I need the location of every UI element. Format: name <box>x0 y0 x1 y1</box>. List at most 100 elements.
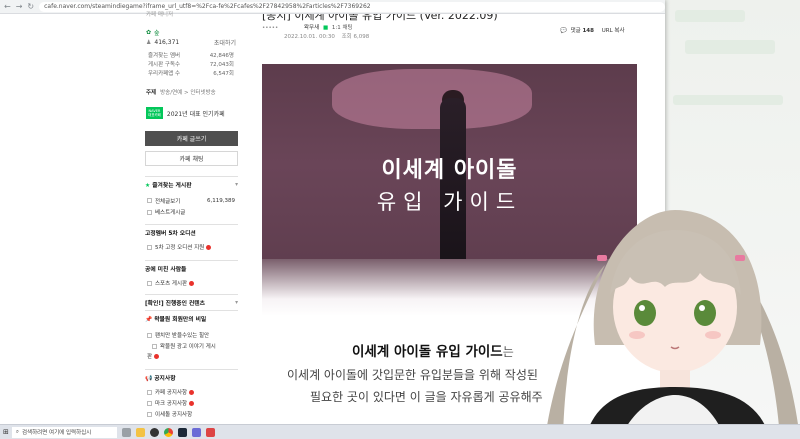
board-label: 팬치만 받을수있는 힐안 <box>155 333 210 339</box>
board-label: 마크 공지사항 <box>155 401 188 407</box>
chrome-icon[interactable] <box>163 427 173 437</box>
obs-icon[interactable] <box>149 427 159 437</box>
section-title: 왁물원 회원만의 비밀 <box>154 317 207 323</box>
star-icon: ★ <box>145 183 151 189</box>
board-label: 왁물원 광고 이야기 게시 <box>160 344 216 350</box>
new-badge-icon <box>189 389 195 395</box>
stat-label: 우리카페앱 수 <box>148 71 181 77</box>
stat-row-app: 우리카페앱 수 6,547회 <box>148 69 234 77</box>
search-placeholder: 검색하려면 여기에 입력하십시 <box>21 430 92 436</box>
board-icon <box>147 209 152 215</box>
section-title: 공에 미친 사람들 <box>145 267 187 273</box>
audition-section: 고정멤버 5차 오디션 <box>145 224 238 237</box>
board-label: 스포츠 게시판 <box>155 281 188 287</box>
favorites-section: ★ 즐겨찾는 게시판 ▾ <box>145 176 238 189</box>
audition-board-link[interactable]: 5차 고정 오디션 지원 <box>147 243 212 251</box>
members-icon: ♟ <box>146 39 152 46</box>
reload-icon[interactable]: ↻ <box>27 2 34 11</box>
board-icon <box>152 343 157 349</box>
board-icon <box>147 280 152 286</box>
sports-board-link[interactable]: 스포츠 게시판 <box>147 279 195 287</box>
notice-board-link-3[interactable]: 이세돌 공지사항 <box>147 410 192 418</box>
sports-section: 공에 미친 사람들 <box>145 260 238 273</box>
back-icon[interactable]: ← <box>4 2 11 11</box>
notice-board-link-2[interactable]: 마크 공지사항 <box>147 399 195 407</box>
board-icon <box>147 332 152 338</box>
megaphone-icon: 📢 <box>145 376 153 382</box>
contents-section[interactable]: [확인!] 진행중인 컨텐츠 ▾ <box>145 294 238 307</box>
url-copy-button[interactable]: URL 복사 <box>602 28 625 34</box>
secret-board-link-1[interactable]: 팬치만 받을수있는 힐안 <box>147 331 209 339</box>
leaf-icon: ✿ <box>146 29 152 36</box>
board-icon <box>147 244 152 250</box>
chat-badge[interactable]: 1:1 채팅 <box>332 25 353 31</box>
secret-board-link-2[interactable]: 왁물원 광고 이야기 게시 <box>152 342 216 350</box>
vtuber-avatar-overlay <box>545 210 800 439</box>
author-avatar[interactable]: ••••• <box>262 25 278 31</box>
secret-board-link-2-cont[interactable]: 판 <box>147 352 160 360</box>
best-posts-link[interactable]: 베스트게시글 <box>147 208 185 216</box>
author-name[interactable]: 왁무새 <box>304 25 319 31</box>
article-title-text: [공지] 이세계 아이돌 유입 가이드 (Ver. 2022.09) <box>262 14 498 22</box>
heading-main: 이세계 아이돌 유입 가이드 <box>352 344 503 360</box>
best-posts-label: 베스트게시글 <box>155 210 186 216</box>
forward-icon[interactable]: → <box>16 2 23 11</box>
board-label-cont: 판 <box>147 354 153 360</box>
banner-title-line1: 이세계 아이돌 <box>381 158 518 183</box>
author-row: 왁무새 ■ 1:1 채팅 <box>304 23 353 31</box>
taskbar-search-box[interactable]: ⌕ 검색하려면 여기에 입력하십시 <box>11 426 117 438</box>
board-label: 카페 공지사항 <box>155 390 188 396</box>
board-label: 5차 고정 오디션 지원 <box>155 245 205 251</box>
members-count-wrap: ♟ 416,371 <box>146 39 179 46</box>
cafe-level: 숲 <box>154 30 160 37</box>
board-icon <box>147 411 152 417</box>
all-posts-wrap: 전체글보기 <box>147 197 180 205</box>
level-row: ✿ 숲 <box>146 28 160 37</box>
article-tools: 💬 댓글 148 URL 복사 <box>560 26 625 34</box>
write-post-button[interactable]: 카페 글쓰기 <box>145 131 238 146</box>
representative-cafe-row: NAVER 대표카페 2021년 대표 인기카페 <box>146 107 225 120</box>
favorites-title-wrap: ★ 즐겨찾는 게시판 <box>145 180 192 189</box>
notice-board-link-1[interactable]: 카페 공지사항 <box>147 388 195 396</box>
board-icon <box>147 198 152 203</box>
verified-icon: ■ <box>322 25 329 31</box>
secret-section: 📌 왁물원 회원만의 비밀 <box>145 310 238 323</box>
new-badge-icon <box>189 280 195 286</box>
badge-text: 2021년 대표 인기카페 <box>166 110 225 118</box>
all-posts-count: 6,119,389 <box>207 198 235 204</box>
all-posts-link[interactable]: 전체글보기 6,119,389 <box>147 197 235 205</box>
collapse-icon[interactable]: ▾ <box>235 182 238 188</box>
url-field[interactable]: cafe.naver.com/steamindiegame?iframe_url… <box>39 1 665 12</box>
board-icon <box>147 389 152 395</box>
address-bar: ← → ↻ cafe.naver.com/steamindiegame?ifra… <box>0 0 665 14</box>
screen: ← → ↻ cafe.naver.com/steamindiegame?ifra… <box>0 0 800 439</box>
stat-label: 게시판 구독수 <box>148 62 181 68</box>
collapse-icon[interactable]: ▾ <box>235 300 238 306</box>
file-explorer-icon[interactable] <box>135 427 145 437</box>
favorites-title: 즐겨찾는 게시판 <box>152 183 192 189</box>
cafe-sidebar: 카페 매니저 ✿ 숲 ♟ 416,371 초대하기 즐겨찾는 멤버 42,846… <box>140 12 240 424</box>
cafe-chat-button[interactable]: 카페 채팅 <box>145 151 238 166</box>
app-icon[interactable] <box>191 427 201 437</box>
board-icon <box>147 400 152 406</box>
members-count: 416,371 <box>154 39 180 46</box>
heading-tail: 는 <box>502 345 514 359</box>
post-date: 2022.10.01. 00:30 <box>284 34 335 40</box>
steam-icon[interactable] <box>177 427 187 437</box>
stage-light <box>332 69 532 129</box>
invite-link[interactable]: 초대하기 <box>214 38 236 47</box>
topic-value[interactable]: 방송/연예 > 인터넷방송 <box>160 88 216 96</box>
section-title: [확인!] 진행중인 컨텐츠 <box>145 301 205 307</box>
comment-icon[interactable]: 💬 <box>560 28 567 34</box>
post-info: 2022.10.01. 00:30 조회 6,098 <box>284 32 369 40</box>
comments-count[interactable]: 148 <box>582 28 593 34</box>
app-icon[interactable] <box>205 427 215 437</box>
body-line-2: 필요한 곳이 있다면 이 글을 자유롭게 공유해주 <box>310 390 543 404</box>
task-view-icon[interactable] <box>121 427 131 437</box>
badge-line2: 대표카페 <box>148 113 161 118</box>
stat-row-favorite-members: 즐겨찾는 멤버 42,846명 <box>148 51 234 59</box>
comments-label[interactable]: 댓글 <box>571 28 581 34</box>
notice-title-wrap: 📢 공지사항 <box>145 373 176 382</box>
start-icon[interactable]: ⊞ <box>3 428 9 436</box>
article-title: [공지] 이세계 아이돌 유입 가이드 (Ver. 2022.09) <box>262 14 642 22</box>
